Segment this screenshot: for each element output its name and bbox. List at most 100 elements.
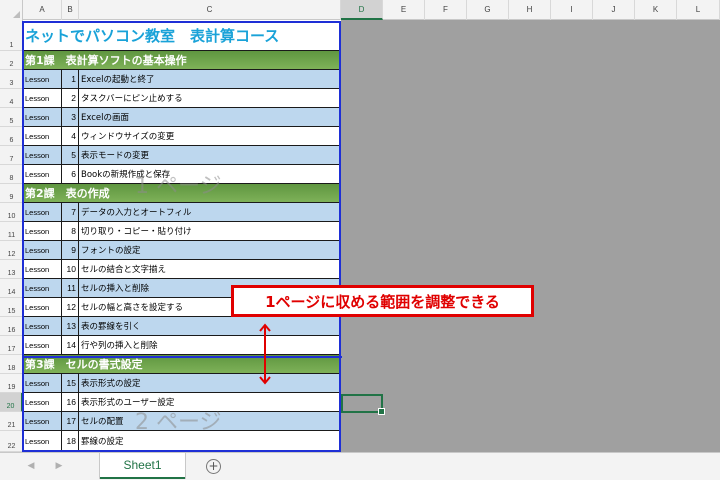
row-header[interactable]: 22 [0,431,23,452]
lesson-title-cell[interactable]: ウィンドウサイズの変更 [79,127,341,145]
lesson-number-cell[interactable]: 18 [62,431,79,451]
row-header[interactable]: 10 [0,203,23,222]
row-header[interactable]: 19 [0,374,23,393]
column-header-j[interactable]: J [593,0,635,20]
lesson-title-cell[interactable]: 表示形式のユーザー設定 [79,393,341,411]
lesson-label-cell[interactable]: Lesson [23,317,62,335]
lesson-row[interactable]: Lesson 17 セルの配置 [23,412,341,431]
lesson-row[interactable]: Lesson 6 Bookの新規作成と保存 [23,165,341,184]
select-all-button[interactable] [0,0,23,20]
lesson-title-cell[interactable]: 切り取り・コピー・貼り付け [79,222,341,240]
lesson-number-cell[interactable]: 2 [62,89,79,107]
row-header[interactable]: 12 [0,241,23,260]
row-header[interactable]: 9 [0,184,23,203]
lesson-title-cell[interactable]: セルの配置 [79,412,341,430]
lesson-row[interactable]: Lesson 8 切り取り・コピー・貼り付け [23,222,341,241]
lesson-number-cell[interactable]: 5 [62,146,79,164]
lesson-label-cell[interactable]: Lesson [23,127,62,145]
lesson-number-cell[interactable]: 12 [62,298,79,316]
lesson-number-cell[interactable]: 1 [62,70,79,88]
column-header-i[interactable]: I [551,0,593,20]
lesson-number-cell[interactable]: 15 [62,374,79,392]
lesson-label-cell[interactable]: Lesson [23,393,62,411]
lesson-number-cell[interactable]: 10 [62,260,79,278]
lesson-number-cell[interactable]: 7 [62,203,79,221]
lesson-label-cell[interactable]: Lesson [23,298,62,316]
lesson-row[interactable]: Lesson 18 罫線の設定 [23,431,341,452]
column-header-g[interactable]: G [467,0,509,20]
chapter-header-row[interactable]: 第2課 表の作成 [23,184,341,203]
row-header[interactable]: 3 [0,70,23,89]
lesson-title-cell[interactable]: タスクバーにピン止めする [79,89,341,107]
lesson-label-cell[interactable]: Lesson [23,146,62,164]
lesson-row[interactable]: Lesson 10 セルの結合と文字揃え [23,260,341,279]
lesson-title-cell[interactable]: 表示形式の設定 [79,374,341,392]
row-header[interactable]: 5 [0,108,23,127]
lesson-label-cell[interactable]: Lesson [23,222,62,240]
lesson-title-cell[interactable]: Excelの画面 [79,108,341,126]
lesson-row[interactable]: Lesson 15 表示形式の設定 [23,374,341,393]
lesson-number-cell[interactable]: 6 [62,165,79,183]
lesson-label-cell[interactable]: Lesson [23,108,62,126]
column-header-b[interactable]: B [62,0,79,20]
column-header-c[interactable]: C [79,0,341,20]
lesson-row[interactable]: Lesson 2 タスクバーにピン止めする [23,89,341,108]
column-header-e[interactable]: E [383,0,425,20]
row-header[interactable]: 15 [0,298,23,317]
row-header[interactable]: 2 [0,51,23,70]
row-header[interactable]: 16 [0,317,23,336]
chapter-header-row[interactable]: 第1課 表計算ソフトの基本操作 [23,51,341,70]
row-header[interactable]: 4 [0,89,23,108]
column-header-k[interactable]: K [635,0,677,20]
lesson-label-cell[interactable]: Lesson [23,260,62,278]
row-header[interactable]: 18 [0,355,23,374]
lesson-title-cell[interactable]: 行や列の挿入と削除 [79,336,341,354]
active-cell-d20[interactable] [341,394,385,415]
page-break-line[interactable] [22,356,342,358]
column-header-l[interactable]: L [677,0,720,20]
lesson-title-cell[interactable]: データの入力とオートフィル [79,203,341,221]
sheet-title-row[interactable]: ネットでパソコン教室 表計算コース [23,20,341,51]
lesson-label-cell[interactable]: Lesson [23,412,62,430]
lesson-title-cell[interactable]: 表の罫線を引く [79,317,341,335]
lesson-title-cell[interactable]: Bookの新規作成と保存 [79,165,341,183]
row-header[interactable]: 11 [0,222,23,241]
row-header[interactable]: 1 [0,20,23,51]
lesson-title-cell[interactable]: フォントの設定 [79,241,341,259]
outside-print-area[interactable] [341,20,720,452]
column-header-d[interactable]: D [341,0,383,20]
lesson-number-cell[interactable]: 16 [62,393,79,411]
lesson-label-cell[interactable]: Lesson [23,241,62,259]
lesson-number-cell[interactable]: 14 [62,336,79,354]
row-header[interactable]: 17 [0,336,23,355]
lesson-number-cell[interactable]: 9 [62,241,79,259]
row-header[interactable]: 14 [0,279,23,298]
lesson-row[interactable]: Lesson 9 フォントの設定 [23,241,341,260]
lesson-row[interactable]: Lesson 4 ウィンドウサイズの変更 [23,127,341,146]
lesson-number-cell[interactable]: 8 [62,222,79,240]
lesson-title-cell[interactable]: Excelの起動と終了 [79,70,341,88]
tab-scroll-next-button[interactable]: ▶ [52,459,66,473]
row-header-selected[interactable]: 20 [0,393,23,412]
lesson-number-cell[interactable]: 3 [62,108,79,126]
lesson-label-cell[interactable]: Lesson [23,279,62,297]
lesson-title-cell[interactable]: 罫線の設定 [79,431,341,451]
lesson-label-cell[interactable]: Lesson [23,70,62,88]
lesson-label-cell[interactable]: Lesson [23,431,62,451]
add-sheet-icon[interactable]: + [206,459,221,474]
lesson-row[interactable]: Lesson 14 行や列の挿入と削除 [23,336,341,355]
row-header[interactable]: 6 [0,127,23,146]
row-header[interactable]: 21 [0,412,23,431]
lesson-row[interactable]: Lesson 13 表の罫線を引く [23,317,341,336]
lesson-row[interactable]: Lesson 1 Excelの起動と終了 [23,70,341,89]
lesson-number-cell[interactable]: 13 [62,317,79,335]
lesson-label-cell[interactable]: Lesson [23,165,62,183]
lesson-row[interactable]: Lesson 5 表示モードの変更 [23,146,341,165]
lesson-number-cell[interactable]: 17 [62,412,79,430]
lesson-label-cell[interactable]: Lesson [23,89,62,107]
row-header[interactable]: 8 [0,165,23,184]
lesson-number-cell[interactable]: 11 [62,279,79,297]
lesson-row[interactable]: Lesson 7 データの入力とオートフィル [23,203,341,222]
lesson-title-cell[interactable]: 表示モードの変更 [79,146,341,164]
lesson-label-cell[interactable]: Lesson [23,203,62,221]
